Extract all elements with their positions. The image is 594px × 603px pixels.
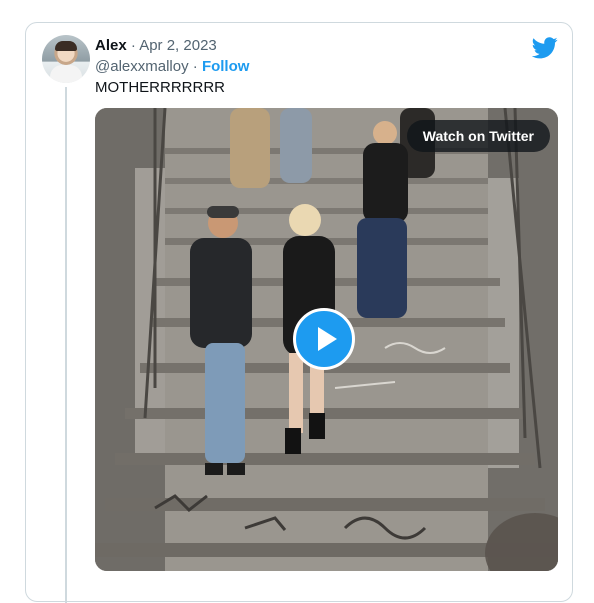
watch-on-twitter-button[interactable]: Watch on Twitter <box>406 120 550 152</box>
avatar-shirt <box>50 65 82 83</box>
author-row: Alex · Apr 2, 2023 <box>95 37 217 55</box>
separator: · <box>192 58 198 75</box>
author-handle[interactable]: @alexxmalloy <box>95 58 189 75</box>
handle-row: @alexxmalloy · Follow <box>95 58 249 76</box>
avatar[interactable] <box>42 35 90 83</box>
twitter-bird-icon[interactable] <box>532 37 558 59</box>
thread-line <box>65 87 67 603</box>
play-icon <box>318 327 337 351</box>
tweet-date[interactable]: Apr 2, 2023 <box>139 37 217 54</box>
play-button[interactable] <box>293 308 355 370</box>
video-player[interactable]: Watch on Twitter <box>95 108 558 571</box>
follow-link[interactable]: Follow <box>202 58 250 75</box>
separator: · <box>130 37 136 54</box>
tweet-text: MOTHERRRRRRR <box>95 79 225 96</box>
author-name[interactable]: Alex <box>95 37 127 54</box>
avatar-hair <box>55 41 77 51</box>
tweet-card[interactable]: Alex · Apr 2, 2023 @alexxmalloy · Follow… <box>25 22 573 603</box>
